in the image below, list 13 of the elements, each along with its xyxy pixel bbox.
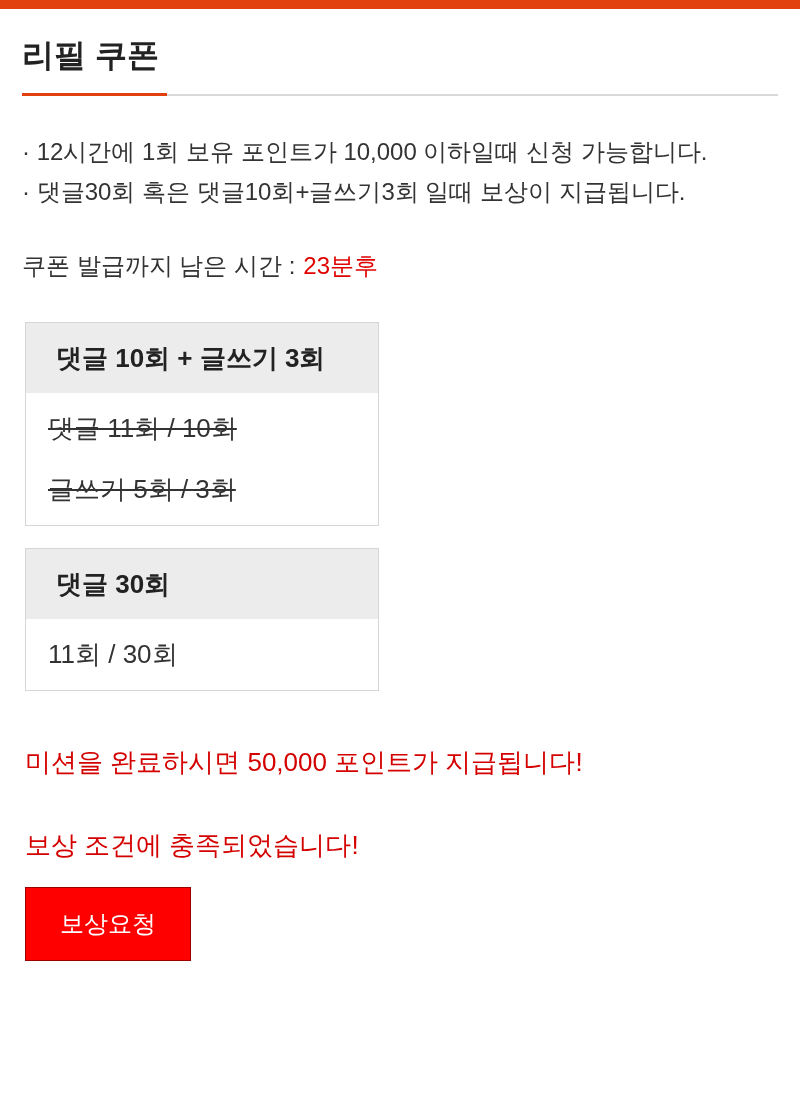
timer-value: 23분후 (303, 251, 379, 281)
mission-progress: 11회 / 30회 (48, 638, 179, 671)
alert-message: 미션을 완료하시면 50,000 포인트가 지급됩니다! (25, 746, 584, 779)
notice-text: · 12시간에 1회 보유 포인트가 10,000 이하일때 신청 가능합니다. (22, 137, 709, 167)
reward-request-button[interactable]: 보상요청 (25, 887, 191, 961)
mission-progress: 댓글 11회 / 10회 (48, 412, 238, 445)
mission-progress: 글쓰기 5회 / 3회 (48, 473, 237, 506)
page-title: 리필 쿠폰 (22, 31, 167, 96)
mission-title: 댓글 30회 (26, 549, 378, 619)
timer-label: 쿠폰 발급까지 남은 시간 : (22, 251, 296, 281)
notice-text: · 댓글30회 혹은 댓글10회+글쓰기3회 일때 보상이 지급됩니다. (22, 177, 687, 207)
alert-message: 보상 조건에 충족되었습니다! (25, 829, 360, 862)
mission-title: 댓글 10회 + 글쓰기 3회 (26, 323, 378, 393)
